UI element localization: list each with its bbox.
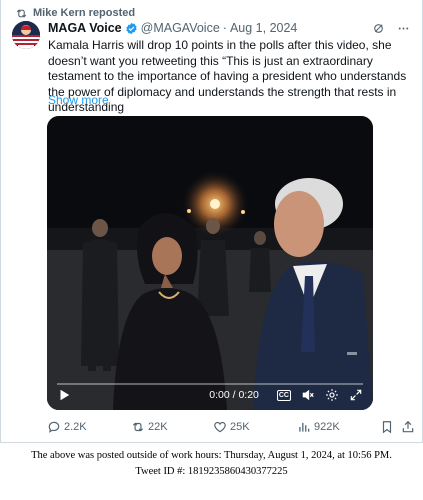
video-progress-bar[interactable] [57,383,363,385]
grok-icon[interactable] [372,22,385,35]
settings-icon[interactable] [325,388,339,402]
show-more-link[interactable]: Show more [48,93,109,107]
video-time: 0:00 / 0:20 [209,389,259,401]
play-icon[interactable] [57,388,71,402]
header-separator: · [222,21,227,35]
avatar-flag-image [12,21,40,49]
like-count: 25K [230,421,250,433]
video-frame [47,116,373,410]
repost-icon [132,422,144,432]
verified-badge-icon [126,22,137,34]
repost-icon [16,8,27,18]
tweet-header: MAGA Voice @MAGAVoice · Aug 1, 2024 [48,20,410,36]
views-chart-icon [299,422,310,432]
repost-indicator: Mike Kern reposted [15,6,135,20]
captions-icon[interactable]: CC [276,389,291,401]
repost-label[interactable]: Mike Kern reposted [33,7,135,19]
bookmark-icon [382,421,392,434]
bookmark-button[interactable] [380,420,394,434]
tweet-card[interactable]: Mike Kern reposted MAGA Voice @MAGAVoice… [0,0,423,443]
mute-icon[interactable] [301,388,315,402]
video-player[interactable]: 0:00 / 0:20 CC [47,116,373,410]
like-button[interactable]: 25K [213,420,250,434]
views-button[interactable]: 922K [297,420,340,434]
tweet-action-bar: 2.2K 22K 25K 922K [47,418,417,436]
posted-hours-note: The above was posted outside of work hou… [31,450,392,461]
tweet-id-note: Tweet ID #: 1819235860430377225 [135,466,288,477]
author-display-name[interactable]: MAGA Voice [48,21,122,35]
heart-icon [214,421,226,433]
tweet-date[interactable]: Aug 1, 2024 [230,21,297,35]
more-options-icon[interactable] [397,22,410,35]
author-handle[interactable]: @MAGAVoice [141,21,220,35]
view-count: 922K [314,421,340,433]
fullscreen-icon[interactable] [349,388,363,402]
repost-button[interactable]: 22K [131,420,168,434]
reply-count: 2.2K [64,421,87,433]
archive-footer: The above was posted outside of work hou… [0,448,423,480]
share-button[interactable] [401,420,415,434]
reply-button[interactable]: 2.2K [47,420,87,434]
video-controls: 0:00 / 0:20 CC [47,380,373,410]
share-icon [402,420,414,433]
repost-count: 22K [148,421,168,433]
reply-icon [48,421,60,433]
avatar[interactable] [12,21,40,49]
